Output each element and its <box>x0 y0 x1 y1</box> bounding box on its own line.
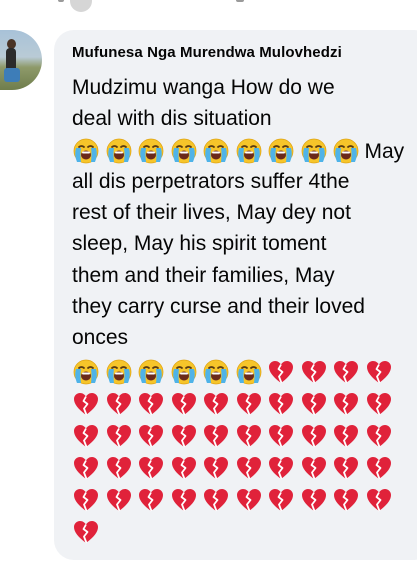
broken-heart-icon <box>72 454 100 482</box>
broken-heart-icon <box>365 486 393 514</box>
comment-line: they carry curse and their loved <box>72 295 365 319</box>
loudly-crying-face-icon <box>202 358 230 386</box>
broken-heart-icon <box>170 486 198 514</box>
broken-heart-icon <box>170 390 198 418</box>
loudly-crying-face-icon <box>137 137 165 165</box>
loudly-crying-face-icon <box>235 358 263 386</box>
broken-heart-icon <box>332 454 360 482</box>
loudly-crying-face-icon <box>267 137 295 165</box>
broken-heart-icon <box>202 422 230 450</box>
comment-line: them and their families, May <box>72 263 335 287</box>
loudly-crying-face-icon <box>105 137 133 165</box>
comment-line: onces <box>72 326 129 350</box>
previous-text-fragment <box>58 0 64 2</box>
broken-heart-icon <box>72 518 100 546</box>
broken-heart-icon <box>300 486 328 514</box>
broken-heart-icon <box>72 390 100 418</box>
comment-line: May <box>364 139 405 163</box>
emoji-row <box>72 454 397 486</box>
avatar-figure-skirt <box>4 68 20 82</box>
broken-heart-icon <box>267 358 295 386</box>
avatar[interactable] <box>0 30 42 90</box>
broken-heart-icon <box>105 454 133 482</box>
broken-heart-icon <box>267 422 295 450</box>
broken-heart-icon <box>267 486 295 514</box>
crying-emoji-run <box>72 137 365 165</box>
broken-heart-icon <box>235 390 263 418</box>
loudly-crying-face-icon <box>72 137 100 165</box>
loudly-crying-face-icon <box>170 358 198 386</box>
broken-heart-icon <box>365 390 393 418</box>
loudly-crying-face-icon <box>202 137 230 165</box>
broken-heart-icon <box>332 486 360 514</box>
comment-line: deal with dis situation <box>72 107 272 131</box>
comment-author[interactable]: Mufunesa Nga Murendwa Mulovhedzi <box>72 44 342 61</box>
broken-heart-icon <box>267 454 295 482</box>
crying-emoji-row: May <box>72 135 412 166</box>
loudly-crying-face-icon <box>300 137 328 165</box>
emoji-row <box>72 390 397 422</box>
broken-heart-icon <box>365 454 393 482</box>
broken-heart-icon <box>170 454 198 482</box>
comment-text: Mudzimu wanga How do we deal with dis si… <box>72 72 412 354</box>
loudly-crying-face-icon <box>72 358 100 386</box>
emoji-row <box>72 422 397 454</box>
loudly-crying-face-icon <box>105 358 133 386</box>
broken-heart-icon <box>72 486 100 514</box>
broken-heart-icon <box>300 390 328 418</box>
broken-heart-icon <box>202 454 230 482</box>
comment-line: Mudzimu wanga How do we <box>72 76 335 99</box>
emoji-row <box>72 518 397 550</box>
broken-heart-icon <box>267 390 295 418</box>
broken-heart-icon <box>332 390 360 418</box>
broken-heart-icon <box>105 390 133 418</box>
loudly-crying-face-icon <box>137 358 165 386</box>
broken-heart-icon <box>300 422 328 450</box>
broken-heart-icon <box>235 486 263 514</box>
broken-heart-icon <box>300 358 328 386</box>
broken-heart-icon <box>105 486 133 514</box>
previous-comment-edge <box>0 0 417 14</box>
broken-heart-icon <box>332 422 360 450</box>
comment-line: all dis perpetrators suffer 4the <box>72 169 350 193</box>
broken-heart-icon <box>137 422 165 450</box>
emoji-row <box>72 486 397 518</box>
previous-avatar <box>70 0 92 12</box>
broken-heart-icon <box>137 486 165 514</box>
previous-text-fragment <box>236 0 244 2</box>
comment-line: rest of their lives, May dey not <box>72 201 351 225</box>
broken-heart-icon <box>332 358 360 386</box>
broken-heart-icon <box>235 422 263 450</box>
broken-heart-icon <box>235 454 263 482</box>
loudly-crying-face-icon <box>235 137 263 165</box>
broken-heart-icon <box>72 422 100 450</box>
broken-heart-icon <box>170 422 198 450</box>
emoji-row <box>72 358 397 390</box>
broken-heart-icon <box>365 358 393 386</box>
loudly-crying-face-icon <box>332 137 360 165</box>
emoji-block <box>72 358 397 550</box>
broken-heart-icon <box>365 422 393 450</box>
broken-heart-icon <box>202 486 230 514</box>
broken-heart-icon <box>300 454 328 482</box>
comment-line: sleep, May his spirit toment <box>72 232 327 256</box>
broken-heart-icon <box>137 390 165 418</box>
broken-heart-icon <box>105 422 133 450</box>
broken-heart-icon <box>202 390 230 418</box>
loudly-crying-face-icon <box>170 137 198 165</box>
broken-heart-icon <box>137 454 165 482</box>
